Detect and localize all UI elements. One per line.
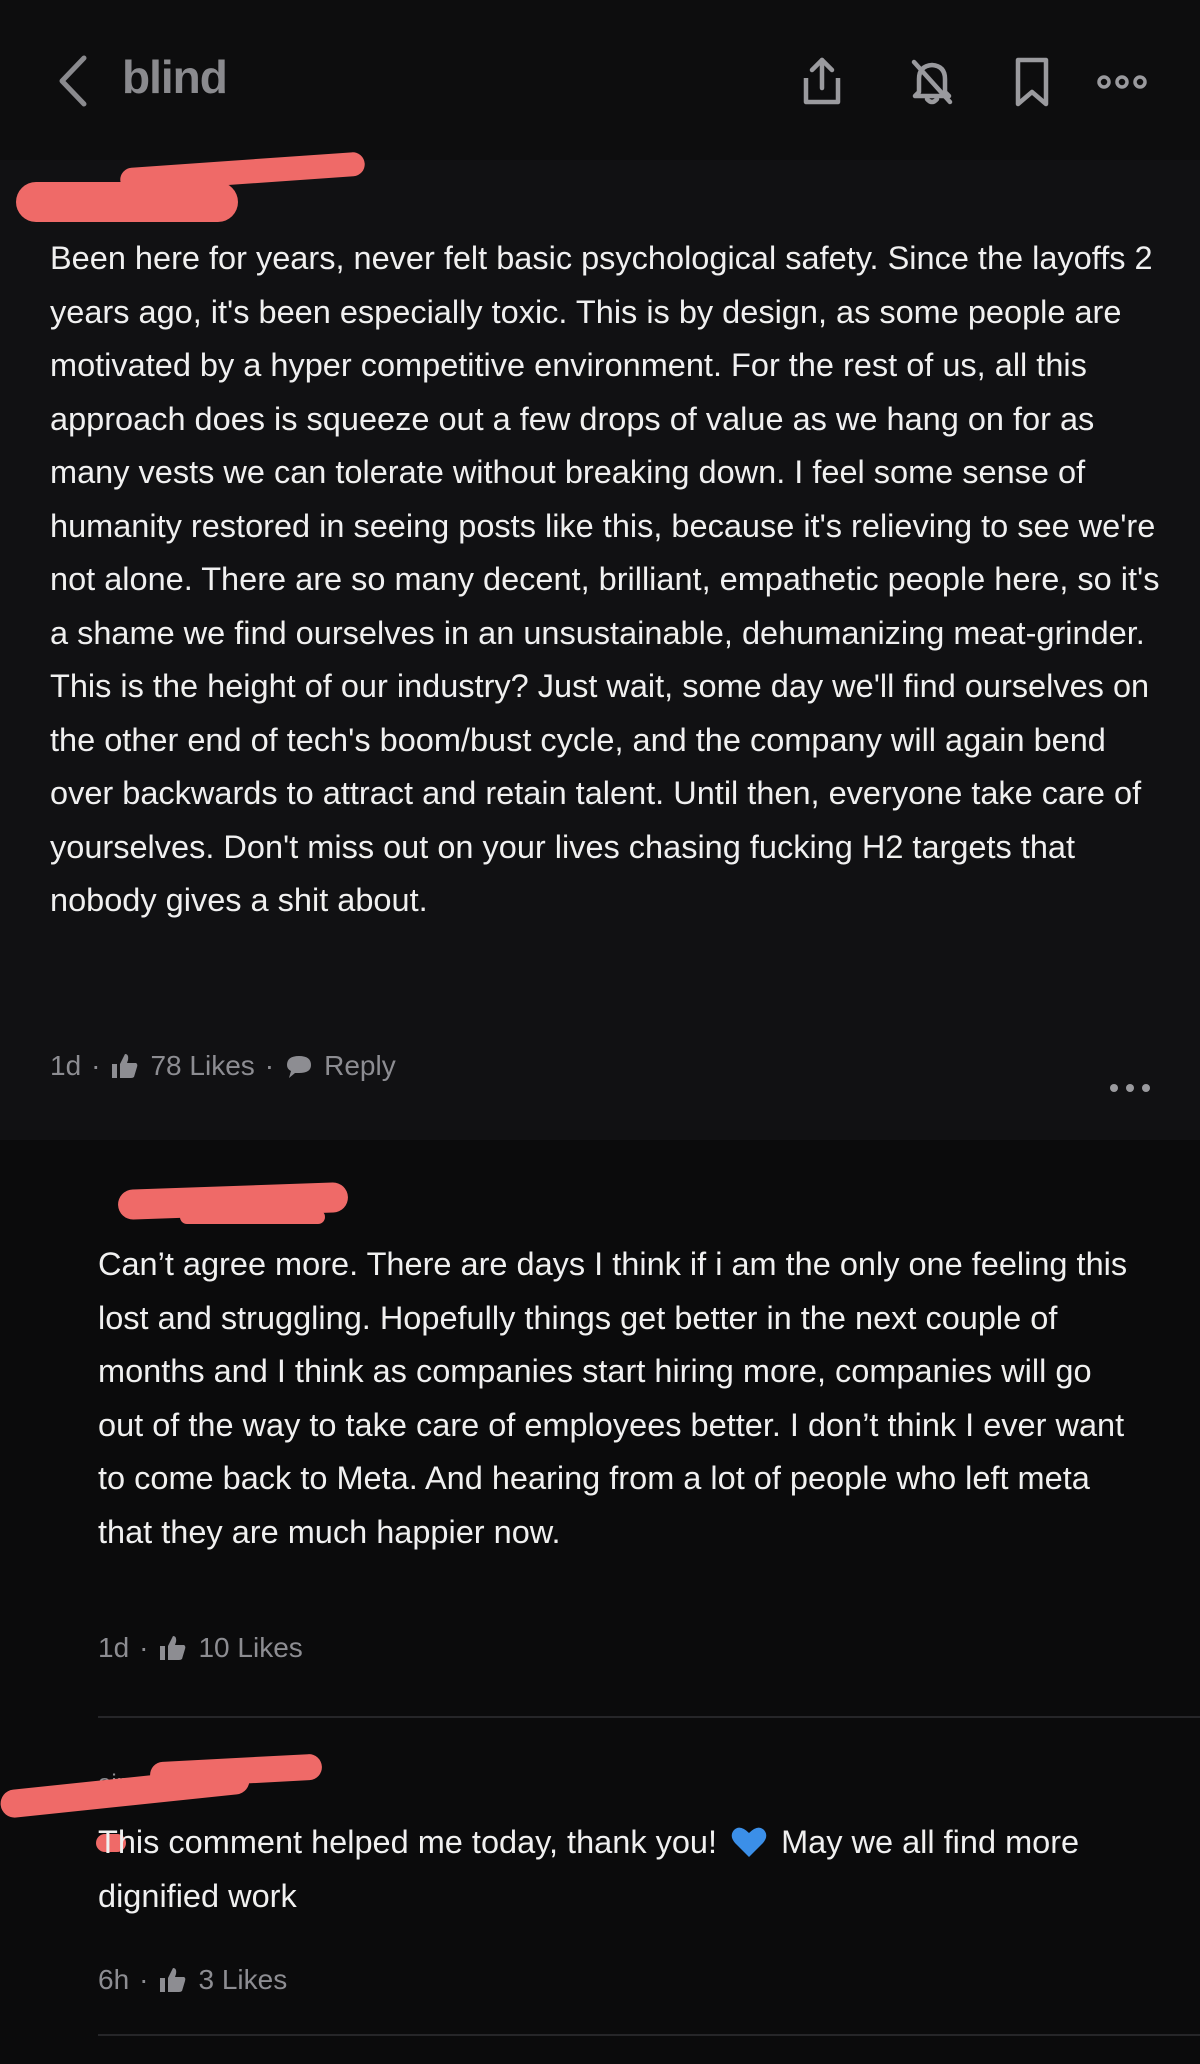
- comment-meta: 1d · 10 Likes: [98, 1632, 303, 1664]
- separator-dot: ·: [264, 1050, 275, 1081]
- post-body: Been here for years, never felt basic ps…: [50, 240, 1160, 918]
- comment-body: This comment helped me today, thank you!…: [98, 1816, 1138, 1923]
- bookmark-icon[interactable]: [1002, 52, 1062, 112]
- redaction-mark: [16, 182, 238, 222]
- blue-heart-icon: [730, 1822, 768, 1857]
- comment-time: 1d: [98, 1632, 130, 1663]
- comment: airvapid This comment helped me today, t…: [0, 1718, 1200, 2064]
- app-logo: blind: [122, 51, 228, 103]
- comment-meta: 6h · 3 Likes: [98, 1964, 287, 1996]
- thumbs-up-icon[interactable]: [158, 1633, 188, 1663]
- comment-body: Can’t agree more. There are days I think…: [98, 1246, 1128, 1550]
- separator-dot: ·: [139, 1632, 149, 1663]
- top-bar: blind: [0, 0, 1200, 160]
- reply-bubble-icon[interactable]: [284, 1051, 314, 1081]
- bell-off-icon[interactable]: [902, 52, 962, 112]
- separator-dot: ·: [139, 1964, 149, 1995]
- more-horizontal-icon[interactable]: [1094, 52, 1154, 112]
- separator-dot: ·: [91, 1050, 101, 1081]
- thumbs-up-icon[interactable]: [158, 1965, 188, 1995]
- back-chevron-icon[interactable]: [52, 52, 92, 110]
- post-likes[interactable]: 78 Likes: [150, 1050, 254, 1082]
- comment-time: 6h: [98, 1964, 130, 1995]
- redaction-mark: [180, 1210, 325, 1224]
- reply-button[interactable]: Reply: [324, 1050, 396, 1082]
- comment: Can’t agree more. There are days I think…: [0, 1140, 1200, 1718]
- post-more-icon[interactable]: [1108, 1080, 1152, 1096]
- divider: [98, 2034, 1200, 2036]
- post-meta: 1d · 78 Likes · Reply: [50, 1050, 396, 1082]
- post-time: 1d: [50, 1050, 82, 1081]
- main-post: ter Been here for years, never felt basi…: [0, 151, 1200, 1140]
- comment-text: This comment helped me today, thank you!: [98, 1824, 718, 1860]
- comment-likes[interactable]: 10 Likes: [198, 1632, 302, 1664]
- comment-likes[interactable]: 3 Likes: [198, 1964, 287, 1996]
- share-icon[interactable]: [792, 52, 852, 112]
- thumbs-up-icon[interactable]: [110, 1051, 140, 1081]
